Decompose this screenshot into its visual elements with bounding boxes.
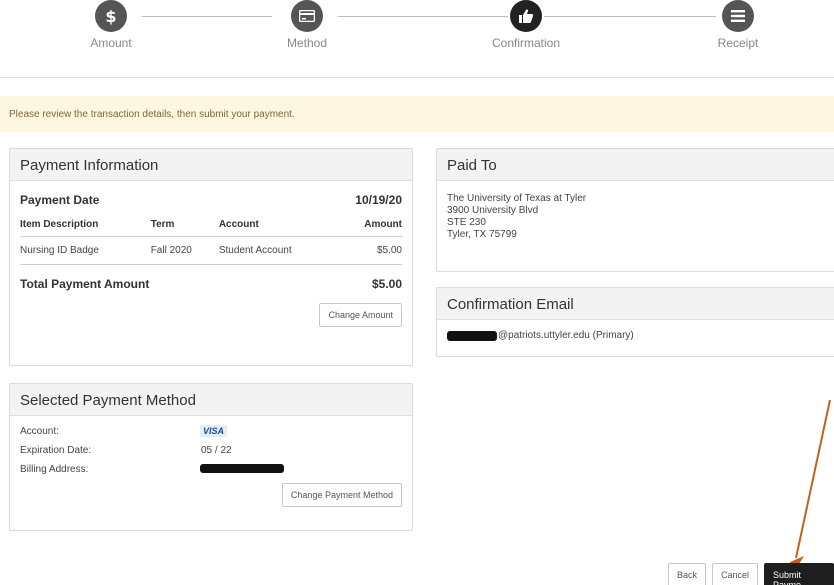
- redacted-billing-address: [200, 464, 284, 473]
- step-label: Amount: [90, 36, 132, 50]
- column-header: Term: [150, 215, 219, 237]
- visa-logo: VISA: [200, 425, 228, 437]
- billing-label: Billing Address:: [20, 464, 89, 475]
- confirmation-email-panel: Confirmation Email @patriots.uttyler.edu…: [436, 287, 834, 357]
- step-amount: $ Amount: [51, 0, 171, 50]
- step-method: Method: [247, 0, 367, 50]
- total-label: Total Payment Amount: [20, 277, 150, 291]
- step-label: Method: [286, 36, 328, 50]
- address-line: The University of Texas at Tyler: [447, 193, 587, 204]
- dollar-icon: $: [95, 0, 127, 32]
- review-notice: Please review the transaction details, t…: [0, 96, 834, 132]
- submit-payment-button[interactable]: Submit Payme: [764, 563, 834, 585]
- step-label: Receipt: [717, 36, 759, 50]
- change-payment-method-button[interactable]: Change Payment Method: [281, 483, 402, 507]
- payment-date-label: Payment Date: [20, 193, 100, 207]
- table-header-row: Item Description Term Account Amount: [20, 215, 402, 237]
- account-label: Account:: [20, 426, 59, 437]
- email-value: @patriots.uttyler.edu (Primary): [498, 330, 634, 341]
- svg-text:$: $: [105, 7, 116, 25]
- total-value: $5.00: [371, 277, 402, 291]
- table-cell: Fall 2020: [150, 236, 219, 265]
- card-icon: [291, 0, 323, 32]
- address-line: Tyler, TX 75799: [447, 229, 517, 240]
- address-line: 3900 University Blvd: [447, 205, 539, 216]
- expiration-value: 05 / 22: [201, 445, 232, 456]
- table-cell: Student Account: [218, 236, 340, 265]
- column-header: Item Description: [20, 215, 151, 237]
- column-header: Amount: [339, 215, 402, 237]
- list-icon: [722, 0, 754, 32]
- step-label: Confirmation: [491, 36, 561, 50]
- table-row: Nursing ID Badge Fall 2020 Student Accou…: [20, 236, 402, 265]
- table-cell: $5.00: [339, 236, 402, 265]
- change-amount-button[interactable]: Change Amount: [319, 303, 402, 327]
- payment-information-panel: Payment Information Payment Date 10/19/2…: [9, 148, 413, 366]
- address-line: STE 230: [447, 217, 486, 228]
- redacted-email-username: [447, 330, 497, 341]
- expiration-label: Expiration Date:: [20, 445, 92, 456]
- panel-title: Paid To: [437, 149, 834, 181]
- back-button[interactable]: Back: [668, 563, 707, 585]
- panel-title: Payment Information: [10, 149, 412, 181]
- column-header: Account: [218, 215, 340, 237]
- table-cell: Nursing ID Badge: [20, 236, 151, 265]
- annotation-arrow-icon: [790, 400, 831, 574]
- thumbs-up-icon: [510, 0, 542, 32]
- action-bar: Back Cancel Submit Payme: [668, 563, 834, 585]
- payment-method-panel: Selected Payment Method Account: VISA Ex…: [9, 383, 413, 531]
- panel-title: Confirmation Email: [437, 288, 834, 320]
- panel-title: Selected Payment Method: [10, 384, 412, 416]
- cancel-button[interactable]: Cancel: [712, 563, 759, 585]
- payment-date-value: 10/19/20: [355, 193, 402, 207]
- paid-to-panel: Paid To The University of Texas at Tyler…: [436, 148, 834, 272]
- step-receipt: Receipt: [678, 0, 798, 50]
- items-table: Item Description Term Account Amount Nur…: [20, 215, 402, 265]
- step-confirmation: Confirmation: [466, 0, 586, 50]
- progress-stepper: $ Amount Method Confirmation Receipt: [0, 0, 834, 78]
